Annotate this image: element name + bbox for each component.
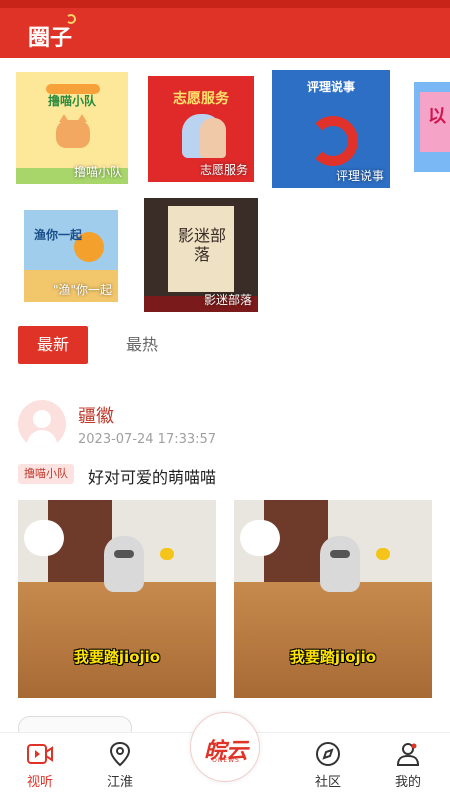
post-username[interactable]: 疆徽 xyxy=(78,402,114,428)
feed-tabs: 最新 最热 xyxy=(0,326,450,366)
avatar[interactable] xyxy=(18,400,66,448)
circle-card-reasoning[interactable]: 评理说事 评理说事 xyxy=(272,70,390,188)
title-decoration-icon xyxy=(66,14,76,24)
nav-item-mine[interactable]: 我的 xyxy=(378,741,438,797)
duck-toy-icon xyxy=(376,548,390,560)
nav-item-jianghuai[interactable]: 江淮 xyxy=(90,741,150,797)
kitten-icon xyxy=(320,536,360,592)
circle-card-cat-squad[interactable]: 撸喵小队 撸喵小队 xyxy=(16,72,128,184)
image-subtitle: 我要踏jiojio xyxy=(73,648,161,666)
post-time: 2023-07-24 17:33:57 xyxy=(78,432,217,447)
partial-cover: 以 xyxy=(420,92,450,152)
status-strip xyxy=(0,0,450,8)
circle-grid: 撸喵小队 撸喵小队 志愿服务 志愿服务 评理说事 评理说事 以 渔你一起 "渔"… xyxy=(0,58,450,320)
cover-title: 渔你一起 xyxy=(34,228,83,242)
video-icon xyxy=(26,741,54,767)
app-header: 圈子 xyxy=(0,0,450,58)
post-text: 好对可爱的萌喵喵 xyxy=(88,468,217,487)
tab-hot[interactable]: 最热 xyxy=(108,326,176,364)
volunteer-figure-icon xyxy=(200,118,226,158)
nav-label: 江淮 xyxy=(106,775,133,790)
cover-title: 评理说事 xyxy=(306,80,355,94)
circle-card-partial[interactable]: 以 xyxy=(414,82,450,172)
circle-card-volunteer[interactable]: 志愿服务 志愿服务 xyxy=(148,76,254,182)
megaphone-icon xyxy=(308,116,358,166)
user-icon-body xyxy=(27,430,57,448)
image-floor xyxy=(234,582,432,698)
post-tag[interactable]: 撸喵小队 xyxy=(18,464,74,484)
circle-name: 评理说事 xyxy=(335,169,384,183)
circle-card-fishing[interactable]: 渔你一起 "渔"你一起 xyxy=(24,210,118,302)
post-image-1[interactable]: 我要踏jiojio xyxy=(18,500,216,698)
kitten-icon xyxy=(104,536,144,592)
nav-item-video[interactable]: 视听 xyxy=(10,741,70,797)
tab-latest[interactable]: 最新 xyxy=(18,326,88,364)
post-image-2[interactable]: 我要踏jiojio xyxy=(234,500,432,698)
logo-subtext: ONEWS xyxy=(212,757,240,764)
circle-name: 影迷部落 xyxy=(203,293,252,307)
nav-label: 社区 xyxy=(314,775,341,790)
circle-name: 撸喵小队 xyxy=(73,165,122,179)
duck-toy-icon xyxy=(160,548,174,560)
nav-label: 视听 xyxy=(26,775,53,790)
user-icon xyxy=(33,410,51,428)
cover-caption: "渔"你一起 xyxy=(52,283,112,297)
circle-name: 志愿服务 xyxy=(199,163,248,177)
location-pin-icon xyxy=(106,741,134,767)
circle-card-cinema[interactable]: 影迷部落 影迷部落 xyxy=(144,198,258,312)
compass-icon xyxy=(314,741,342,767)
plush-toy xyxy=(240,520,280,556)
nav-label: 我的 xyxy=(394,775,421,790)
plush-toy xyxy=(24,520,64,556)
nav-item-community[interactable]: 社区 xyxy=(298,741,358,797)
image-subtitle: 我要踏jiojio xyxy=(289,648,377,666)
cat-icon xyxy=(56,114,90,148)
cinema-poster-icon: 影迷部落 xyxy=(168,206,234,292)
cover-title: 撸喵小队 xyxy=(47,94,96,108)
image-floor xyxy=(18,582,216,698)
page-title: 圈子 xyxy=(28,25,73,51)
user-icon xyxy=(394,741,422,767)
cover-title: 志愿服务 xyxy=(173,91,229,107)
center-logo-button[interactable]: 皖云 ONEWS xyxy=(190,712,260,782)
